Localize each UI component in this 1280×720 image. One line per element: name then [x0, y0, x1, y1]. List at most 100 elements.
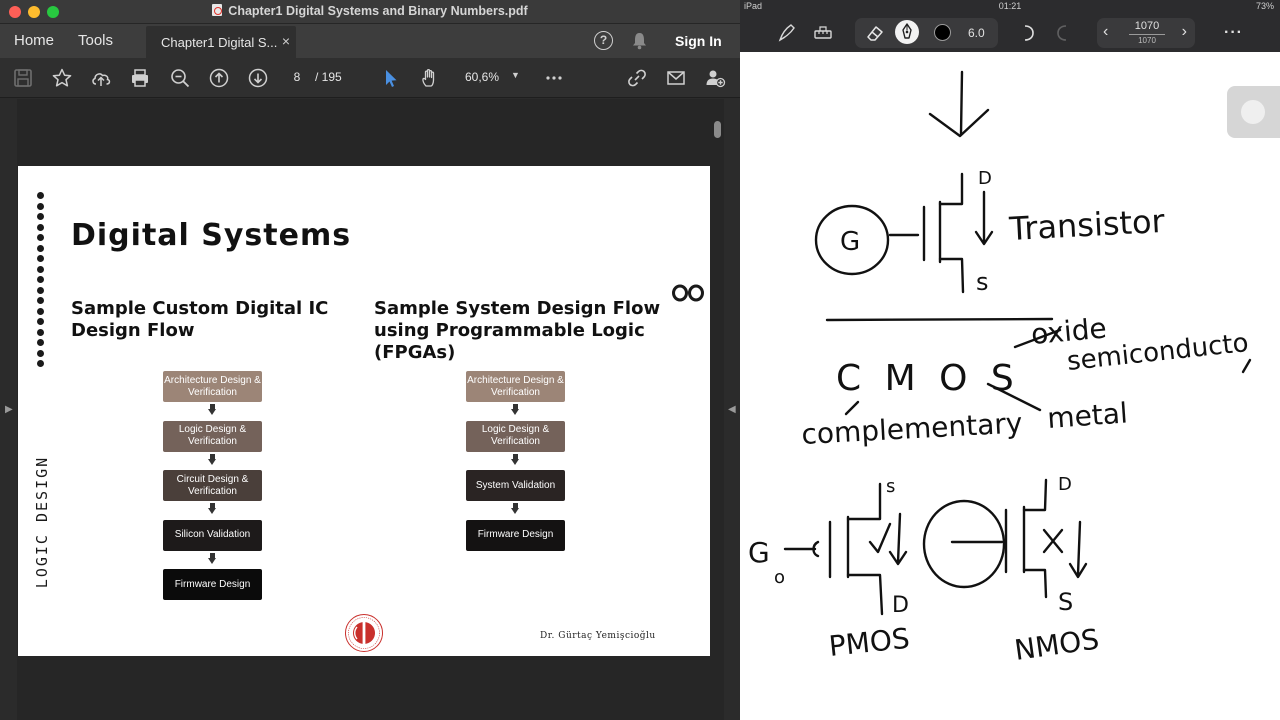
- note-nmos: NMOS: [1012, 622, 1101, 666]
- channel-arrow: [974, 190, 994, 246]
- ruler-icon[interactable]: [812, 22, 834, 44]
- redo-icon[interactable]: [1053, 22, 1075, 44]
- right-panel-collapsed: ◀: [724, 99, 740, 720]
- down-arrow-stroke: [959, 70, 964, 136]
- chevron-down-icon[interactable]: ▼: [511, 70, 520, 80]
- flow-arrow-icon: [208, 404, 217, 415]
- hand-pan-icon[interactable]: [419, 67, 441, 89]
- decorative-dot: [37, 339, 44, 346]
- fpga-flow-diagram: Architecture Design & Verification Logic …: [466, 371, 565, 551]
- pen-mode-icon[interactable]: [776, 22, 798, 44]
- nmos-cross: [1042, 528, 1064, 554]
- print-icon[interactable]: [129, 67, 151, 89]
- decorative-dot: [37, 276, 44, 283]
- share-link-icon[interactable]: [626, 67, 648, 89]
- pmos-drain-leg: [846, 573, 884, 616]
- fountain-pen-icon[interactable]: [895, 20, 919, 44]
- close-tab-icon[interactable]: ×: [282, 33, 290, 49]
- custom-ic-flow-diagram: Architecture Design & Verification Logic …: [163, 371, 262, 601]
- window-titlebar: Chapter1 Digital Systems and Binary Numb…: [0, 0, 740, 24]
- page-total: / 195: [315, 70, 342, 84]
- nmos-drain-leg: [1022, 478, 1048, 512]
- more-icon[interactable]: [543, 67, 565, 89]
- note-pmos: PMOS: [827, 622, 911, 663]
- note-nmos-s: S: [1058, 588, 1073, 616]
- vertical-scrollbar[interactable]: [714, 121, 721, 138]
- help-icon[interactable]: ?: [594, 31, 613, 50]
- notes-toolbar: 6.0 ‹ 1070 1070 › ···: [740, 14, 1280, 52]
- zoom-level[interactable]: 60,6%: [465, 70, 499, 84]
- bookmark-star-icon[interactable]: [51, 67, 73, 89]
- add-user-icon[interactable]: [704, 67, 726, 89]
- decorative-dot: [37, 223, 44, 231]
- decorative-dot: [37, 192, 44, 199]
- pen-color-swatch[interactable]: [934, 24, 951, 41]
- home-tab[interactable]: Home: [14, 32, 54, 49]
- notification-bell-icon[interactable]: [631, 31, 648, 50]
- page-down-icon[interactable]: [247, 67, 269, 89]
- decorative-dot: [37, 349, 44, 357]
- window-title: Chapter1 Digital Systems and Binary Numb…: [0, 4, 740, 18]
- decorative-dot-column: [37, 192, 45, 371]
- note-s-top: s: [976, 268, 989, 296]
- page-navigator: ‹ 1070 1070 ›: [1097, 18, 1195, 48]
- flow-step: Firmware Design: [163, 569, 262, 600]
- slide-title: Digital Systems: [71, 218, 352, 253]
- flow-arrow-icon: [208, 552, 217, 564]
- prev-page-icon[interactable]: ‹: [1103, 23, 1108, 41]
- decorative-dot: [37, 265, 44, 273]
- flow-step: Architecture Design & Verification: [163, 371, 262, 402]
- zoom-out-icon[interactable]: [169, 67, 191, 89]
- select-pointer-icon[interactable]: [380, 67, 402, 89]
- expand-right-panel-icon[interactable]: ◀: [728, 404, 736, 415]
- decorative-dot: [37, 297, 44, 304]
- pdf-reader-window: Chapter1 Digital Systems and Binary Numb…: [0, 0, 740, 720]
- decorative-dot: [37, 307, 44, 315]
- divider-line: [825, 317, 1054, 322]
- expand-left-panel-icon[interactable]: ▶: [5, 404, 13, 415]
- more-options-icon[interactable]: ···: [1224, 24, 1243, 42]
- note-nmos-d: D: [1058, 474, 1072, 495]
- university-seal: [345, 614, 383, 652]
- decorative-dot: [37, 286, 44, 294]
- undo-icon[interactable]: [1016, 22, 1038, 44]
- nmos-gate-circle: [922, 499, 1006, 589]
- down-arrow-head: [928, 108, 990, 138]
- sign-in-button[interactable]: Sign In: [675, 33, 722, 49]
- document-viewer[interactable]: ▶ ◀ LOGIC DESIGN Digital Systems Sample …: [0, 99, 740, 720]
- note-d-top: D: [978, 168, 992, 189]
- pen-size[interactable]: 6.0: [968, 26, 985, 40]
- flow-step: System Validation: [466, 470, 565, 501]
- current-page-number[interactable]: 1070: [1119, 20, 1175, 32]
- page-number-input[interactable]: 8: [286, 70, 308, 84]
- document-tab[interactable]: Chapter1 Digital S... ×: [146, 26, 296, 58]
- decorative-dot: [37, 244, 44, 252]
- note-complementary: complementary: [801, 406, 1023, 451]
- next-page-icon[interactable]: ›: [1182, 23, 1187, 41]
- note-pmos-zero: o: [774, 567, 785, 588]
- column1-title: Sample Custom Digital IC Design Flow: [71, 298, 329, 341]
- flow-arrow-icon: [511, 503, 520, 514]
- upload-cloud-icon[interactable]: [90, 67, 112, 89]
- decorative-dot: [37, 360, 44, 367]
- mail-icon[interactable]: [665, 67, 687, 89]
- decorative-dot: [37, 255, 44, 262]
- note-metal: metal: [1046, 396, 1129, 435]
- nmos-arrow: [1068, 520, 1088, 579]
- flow-arrow-icon: [208, 453, 217, 465]
- handwritten-notes-canvas[interactable]: Transistor s D G oxide C M O S semicondu…: [740, 52, 1280, 720]
- pdf-file-icon: [212, 4, 223, 16]
- flow-step: Logic Design & Verification: [466, 420, 565, 452]
- app-tabbar: Home Tools Chapter1 Digital S... × ? Sig…: [0, 24, 740, 58]
- note-pmos-s: s: [886, 476, 895, 497]
- tools-tab[interactable]: Tools: [78, 32, 113, 49]
- note-transistor: Transistor: [1007, 202, 1166, 248]
- clock: 01:21: [998, 1, 1022, 11]
- pdf-page: LOGIC DESIGN Digital Systems Sample Cust…: [18, 166, 710, 656]
- eraser-icon[interactable]: [864, 22, 886, 44]
- flow-step: Architecture Design & Verification: [466, 371, 565, 402]
- save-icon[interactable]: [12, 67, 34, 89]
- decorative-dot: [37, 328, 44, 336]
- flow-arrow-icon: [208, 503, 217, 514]
- page-up-icon[interactable]: [208, 67, 230, 89]
